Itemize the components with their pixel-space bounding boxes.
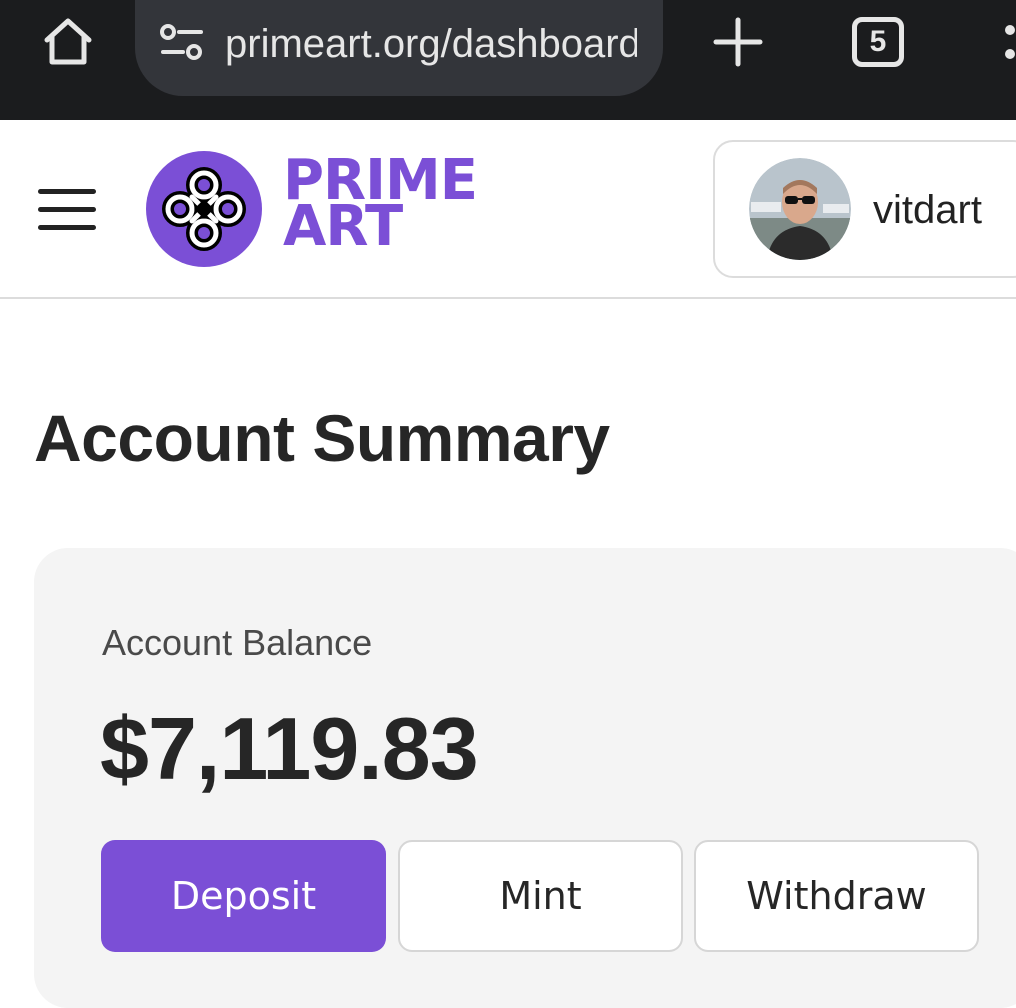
site-header: PRIME ART vitdart: [0, 123, 1016, 299]
user-profile-button[interactable]: vitdart: [713, 140, 1016, 278]
username: vitdart: [873, 188, 982, 232]
brand-logo-text[interactable]: PRIME ART: [283, 153, 523, 255]
plus-icon: [713, 17, 763, 67]
home-icon: [44, 18, 92, 65]
more-vert-icon: [1005, 25, 1015, 59]
menu-icon-bar: [38, 189, 96, 194]
withdraw-button[interactable]: Withdraw: [694, 840, 979, 952]
deposit-button[interactable]: Deposit: [101, 840, 386, 952]
mint-button[interactable]: Mint: [398, 840, 683, 952]
tab-switcher-button[interactable]: 5: [852, 17, 904, 67]
prime-art-logo-icon[interactable]: [146, 151, 262, 267]
balance-value: $7,119.83: [100, 699, 479, 798]
menu-toggle-button[interactable]: [38, 189, 98, 231]
balance-label: Account Balance: [102, 622, 373, 663]
page-title: Account Summary: [34, 401, 610, 475]
browser-menu-button[interactable]: [996, 14, 1016, 70]
tab-count: 5: [869, 25, 887, 58]
account-summary-card: Account Balance $7,119.83 Deposit Mint W…: [34, 548, 1016, 1008]
menu-icon-bar: [38, 207, 96, 212]
home-button[interactable]: [38, 14, 98, 70]
address-bar[interactable]: primeart.org/dashboard: [135, 0, 663, 96]
menu-icon-bar: [38, 225, 96, 230]
browser-toolbar: primeart.org/dashboard 5: [0, 0, 1016, 120]
new-tab-button[interactable]: [710, 14, 766, 70]
avatar: [749, 158, 851, 260]
site-settings-icon[interactable]: [159, 22, 205, 62]
url-text[interactable]: primeart.org/dashboard: [225, 22, 637, 66]
